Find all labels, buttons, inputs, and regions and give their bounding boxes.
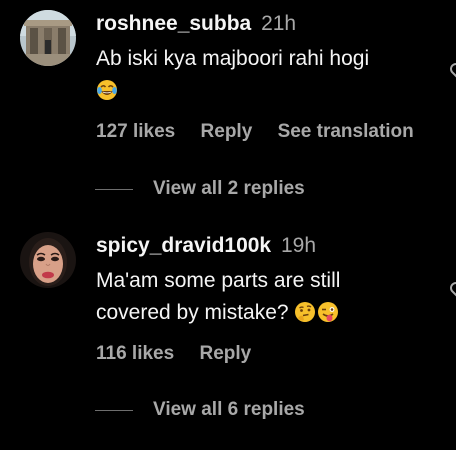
comment-likes[interactable]: 127 likes	[96, 121, 175, 142]
avatar[interactable]	[20, 232, 76, 288]
reply-button[interactable]: Reply	[201, 121, 253, 142]
comment-timestamp: 21h	[261, 12, 297, 35]
comment-likes[interactable]: 116 likes	[96, 343, 174, 364]
see-translation-button[interactable]: See translation	[278, 121, 414, 142]
view-replies-label: View all 6 replies	[153, 399, 305, 420]
comment-emoji-line	[96, 75, 436, 111]
comment-item: roshnee_subba 21h Ab iski kya majboori r…	[0, 0, 456, 215]
heart-icon[interactable]	[449, 280, 456, 302]
view-replies-button[interactable]: View all 6 replies	[95, 399, 305, 421]
comment-item: spicy_dravid100k 19h Ma'am some parts ar…	[0, 222, 456, 450]
comment-username[interactable]: roshnee_subba	[96, 12, 251, 35]
view-replies-label: View all 2 replies	[153, 178, 305, 199]
divider-line	[95, 188, 133, 190]
comment-text-line: Ab iski kya majboori rahi hogi	[96, 47, 370, 70]
divider-line	[95, 409, 133, 411]
comment-text-line: covered by mistake?	[96, 297, 436, 333]
avatar-image	[20, 10, 76, 66]
comment-text: Ab iski kya majboori rahi hogi	[96, 43, 436, 111]
face-with-tears-of-joy-icon	[96, 79, 118, 111]
comment-text-segment: covered by mistake?	[96, 301, 289, 324]
winking-face-with-tongue-icon	[317, 301, 339, 333]
avatar-image	[20, 232, 76, 288]
view-replies-button[interactable]: View all 2 replies	[95, 178, 305, 200]
avatar[interactable]	[20, 10, 76, 66]
reply-button[interactable]: Reply	[199, 343, 251, 364]
comment-text: Ma'am some parts are still covered by mi…	[96, 265, 436, 333]
comment-timestamp: 19h	[280, 234, 317, 257]
comment-username[interactable]: spicy_dravid100k	[96, 234, 271, 257]
heart-icon[interactable]	[449, 61, 456, 83]
comment-text-line: Ma'am some parts are still	[96, 269, 341, 292]
thinking-face-icon	[294, 301, 316, 333]
